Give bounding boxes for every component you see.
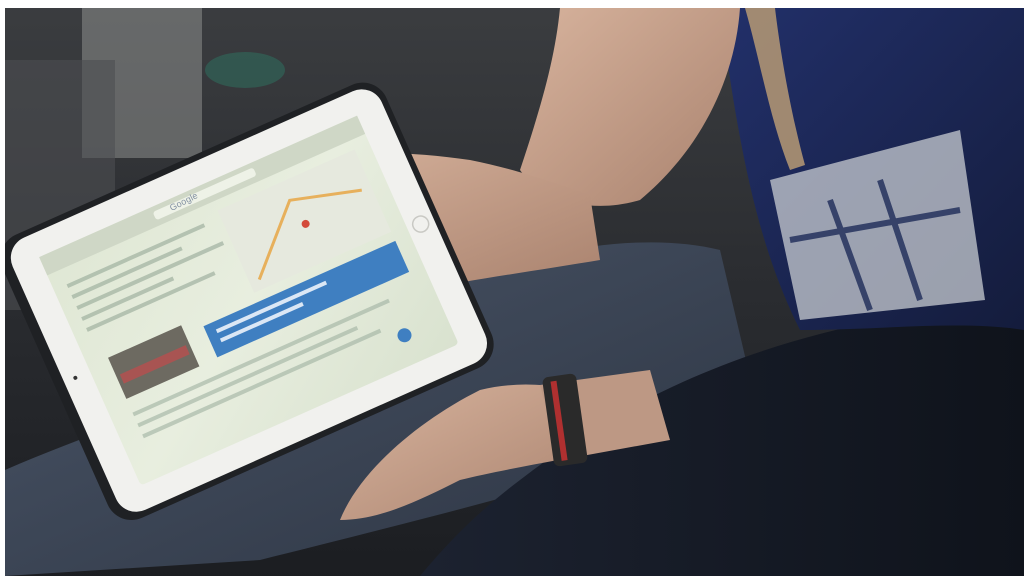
photo-scene bbox=[0, 0, 1026, 582]
photo-border-bottom bbox=[0, 576, 1026, 582]
photo: Google bbox=[0, 0, 1026, 582]
photo-border-top bbox=[0, 0, 1026, 8]
background-green-object bbox=[205, 52, 285, 88]
photo-border-left bbox=[0, 0, 5, 582]
